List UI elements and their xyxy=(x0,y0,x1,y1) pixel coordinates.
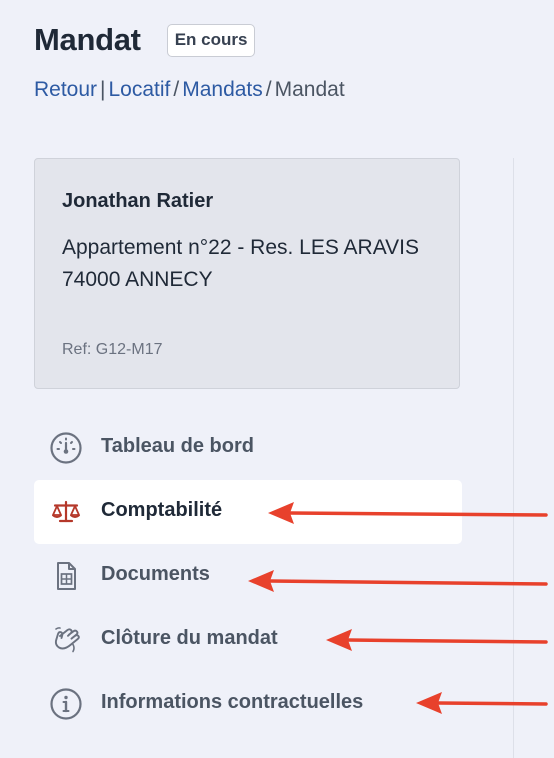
annotation-arrow-informations xyxy=(416,692,548,714)
annotation-arrow-comptabilite xyxy=(268,502,548,524)
annotation-arrows xyxy=(248,502,548,714)
annotation-arrow-documents xyxy=(248,570,548,592)
annotation-arrow-cloture xyxy=(326,629,548,651)
